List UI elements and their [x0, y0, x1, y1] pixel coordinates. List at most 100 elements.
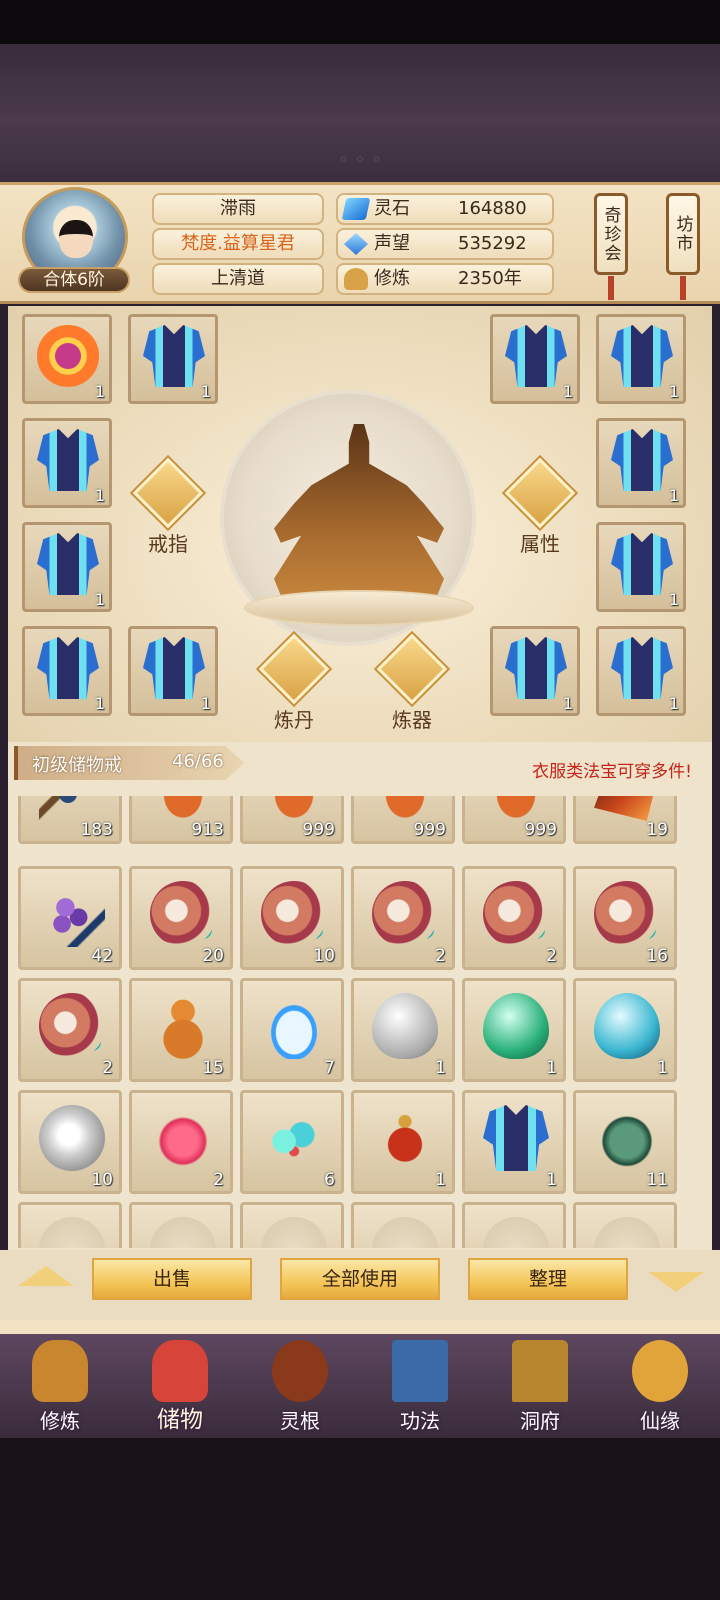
inventory-cell[interactable] — [573, 1202, 677, 1248]
inventory-cell[interactable]: 913 — [129, 796, 233, 844]
alchemy-cauldron-icon — [258, 633, 330, 705]
gourd-icon — [150, 993, 216, 1059]
alchemy-button[interactable]: 炼丹 — [258, 633, 330, 732]
ring-button[interactable]: 戒指 — [132, 457, 204, 556]
inventory-cell[interactable]: 2 — [351, 866, 455, 970]
equip-slot[interactable]: 1 — [128, 626, 218, 716]
inventory-cell[interactable]: 42 — [18, 866, 122, 970]
player-sect: 上清道 — [152, 263, 324, 295]
equip-slot[interactable]: 1 — [596, 522, 686, 612]
inventory-cell[interactable]: 1 — [573, 978, 677, 1082]
inventory-cell[interactable]: 1 — [351, 1090, 455, 1194]
empty-slot-icon — [594, 1217, 660, 1248]
inventory-cell[interactable]: 10 — [240, 866, 344, 970]
armor-item-icon — [37, 533, 99, 595]
armor-item-icon — [505, 637, 567, 699]
item-qty: 1 — [94, 486, 105, 505]
conch-shell-icon — [150, 881, 216, 947]
equip-slot[interactable]: 1 — [490, 314, 580, 404]
use-all-button[interactable]: 全部使用 — [280, 1258, 440, 1300]
sell-button[interactable]: 出售 — [92, 1258, 252, 1300]
cave-house-icon — [512, 1340, 568, 1402]
cultivation-icon — [344, 268, 368, 290]
inventory-cell[interactable]: 1 — [351, 978, 455, 1082]
nav-item-storage[interactable]: 储物 — [130, 1334, 230, 1438]
nav-item-spirit-root[interactable]: 灵根 — [250, 1334, 350, 1438]
inventory-cell[interactable]: 183 — [18, 796, 122, 844]
inventory-grid[interactable]: 183 913 999 999 999 19 42 20 10 2 2 16 2… — [14, 796, 690, 1248]
inventory-cell[interactable] — [351, 1202, 455, 1248]
inventory-cell[interactable]: 6 — [240, 1090, 344, 1194]
equip-slot[interactable]: 1 — [596, 314, 686, 404]
equip-slot[interactable]: 1 — [128, 314, 218, 404]
item-qty: 1 — [546, 1170, 557, 1190]
armor-item-icon — [483, 1105, 549, 1171]
sort-button[interactable]: 整理 — [468, 1258, 628, 1300]
inventory-cell[interactable]: 15 — [129, 978, 233, 1082]
ring-item-icon — [37, 325, 99, 387]
scroll-down-arrow-icon[interactable] — [648, 1272, 704, 1292]
inventory-cell[interactable]: 11 — [573, 1090, 677, 1194]
equip-slot[interactable]: 1 — [22, 418, 112, 508]
equip-slot[interactable]: 1 — [22, 522, 112, 612]
stat-value: 2350年 — [458, 268, 522, 289]
inventory-cell[interactable]: 2 — [129, 1090, 233, 1194]
armor-item-icon — [611, 429, 673, 491]
inventory-row — [18, 1202, 677, 1248]
inventory-cell[interactable]: 1 — [462, 978, 566, 1082]
inventory-cell[interactable]: 10 — [18, 1090, 122, 1194]
treasure-auction-button[interactable]: 奇珍会 — [594, 193, 628, 300]
crystal-ore-icon — [594, 796, 660, 821]
item-qty: 183 — [80, 820, 113, 840]
item-qty: 2 — [435, 946, 446, 966]
inventory-cell[interactable] — [129, 1202, 233, 1248]
item-qty: 1 — [562, 382, 573, 401]
equip-slot[interactable]: 1 — [22, 626, 112, 716]
nav-item-fortune[interactable]: 仙缘 — [610, 1334, 710, 1438]
storage-bag-icon — [152, 1340, 208, 1402]
inventory-cell[interactable] — [462, 1202, 566, 1248]
inventory-cell[interactable]: 999 — [462, 796, 566, 844]
item-qty: 2 — [546, 946, 557, 966]
player-header: 合体6阶 滞雨 梵度.益算星君 上清道 灵石 164880 声望 535292 … — [0, 182, 720, 304]
inventory-cell[interactable]: 2 — [462, 866, 566, 970]
inventory-cell[interactable]: 999 — [351, 796, 455, 844]
forge-button[interactable]: 炼器 — [376, 633, 448, 732]
inventory-cell[interactable]: 19 — [573, 796, 677, 844]
ring-diamond-icon — [132, 457, 204, 529]
inventory-cell[interactable] — [240, 1202, 344, 1248]
equip-slot[interactable]: 1 — [22, 314, 112, 404]
nav-item-cultivation[interactable]: 修炼 — [10, 1334, 110, 1438]
inventory-cell[interactable]: 2 — [18, 978, 122, 1082]
inventory-cell[interactable]: 1 — [462, 1090, 566, 1194]
player-title[interactable]: 梵度.益算星君 — [152, 228, 324, 260]
scroll-up-arrow-icon[interactable] — [18, 1266, 74, 1286]
attributes-button[interactable]: 属性 — [504, 457, 576, 556]
equip-slot[interactable]: 1 — [596, 418, 686, 508]
ring-button-label: 戒指 — [148, 532, 188, 556]
item-qty: 1 — [94, 694, 105, 713]
ornament-deco: ◦ ◦ ◦ — [338, 150, 382, 171]
reputation-icon — [344, 233, 368, 255]
inventory-cell[interactable] — [18, 1202, 122, 1248]
inventory-cell[interactable]: 7 — [240, 978, 344, 1082]
storage-hint: 衣服类法宝可穿多件! — [532, 762, 692, 782]
armor-item-icon — [37, 429, 99, 491]
green-beast-egg-icon — [483, 993, 549, 1059]
item-qty: 11 — [646, 1170, 668, 1190]
spirit-bowl-icon — [261, 993, 327, 1059]
lotus-icon — [150, 1105, 216, 1171]
inventory-cell[interactable]: 999 — [240, 796, 344, 844]
fruit-branch-icon — [39, 796, 105, 821]
inventory-cell[interactable]: 20 — [129, 866, 233, 970]
equip-slot[interactable]: 1 — [490, 626, 580, 716]
item-qty: 2 — [102, 1058, 113, 1078]
nav-item-cave[interactable]: 洞府 — [490, 1334, 590, 1438]
inventory-cell[interactable]: 16 — [573, 866, 677, 970]
market-button[interactable]: 坊市 — [666, 193, 700, 300]
item-qty: 1 — [435, 1170, 446, 1190]
item-qty: 7 — [324, 1058, 335, 1078]
nav-item-technique[interactable]: 功法 — [370, 1334, 470, 1438]
equip-slot[interactable]: 1 — [596, 626, 686, 716]
inventory-row: 2 15 7 1 1 1 — [18, 978, 677, 1082]
